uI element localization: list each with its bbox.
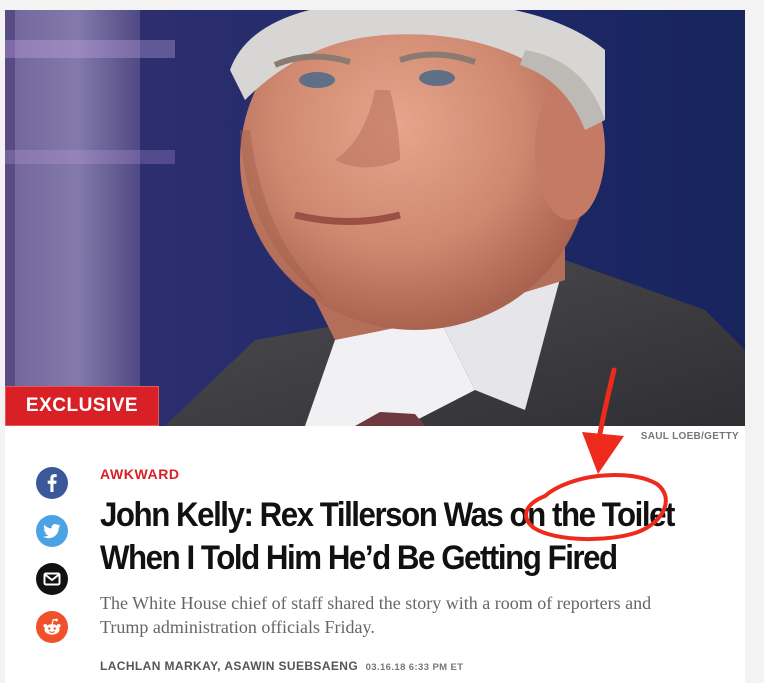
article-dek: The White House chief of staff shared th… [100,593,652,637]
article-header: AWKWARD John Kelly: Rex Tillerson Was on… [100,466,700,673]
facebook-icon [47,474,57,492]
article-headline[interactable]: John Kelly: Rex Tillerson Was on the Toi… [100,494,689,580]
email-share-button[interactable] [36,563,68,595]
reddit-icon [43,618,61,635]
hero-image [5,10,745,426]
twitter-share-button[interactable] [36,515,68,547]
article-card: EXCLUSIVE SAUL LOEB/GETTY AWKWARD John K… [5,10,745,683]
facebook-share-button[interactable] [36,467,68,499]
author-link[interactable]: LACHLAN MARKAY, [100,659,221,673]
reddit-share-button[interactable] [36,611,68,643]
section-kicker[interactable]: AWKWARD [100,466,700,486]
exclusive-badge[interactable]: EXCLUSIVE [5,386,159,426]
byline: LACHLAN MARKAY, ASAWIN SUEBSAENG 03.16.1… [100,659,700,673]
photo-credit: SAUL LOEB/GETTY [640,431,739,442]
page: EXCLUSIVE SAUL LOEB/GETTY AWKWARD John K… [0,0,764,683]
email-icon [43,572,61,586]
hero-photo [5,10,745,426]
author-link[interactable]: ASAWIN SUEBSAENG [224,659,358,673]
publish-timestamp: 03.16.18 6:33 PM ET [365,662,464,673]
twitter-icon [43,524,61,539]
share-bar [36,467,68,659]
